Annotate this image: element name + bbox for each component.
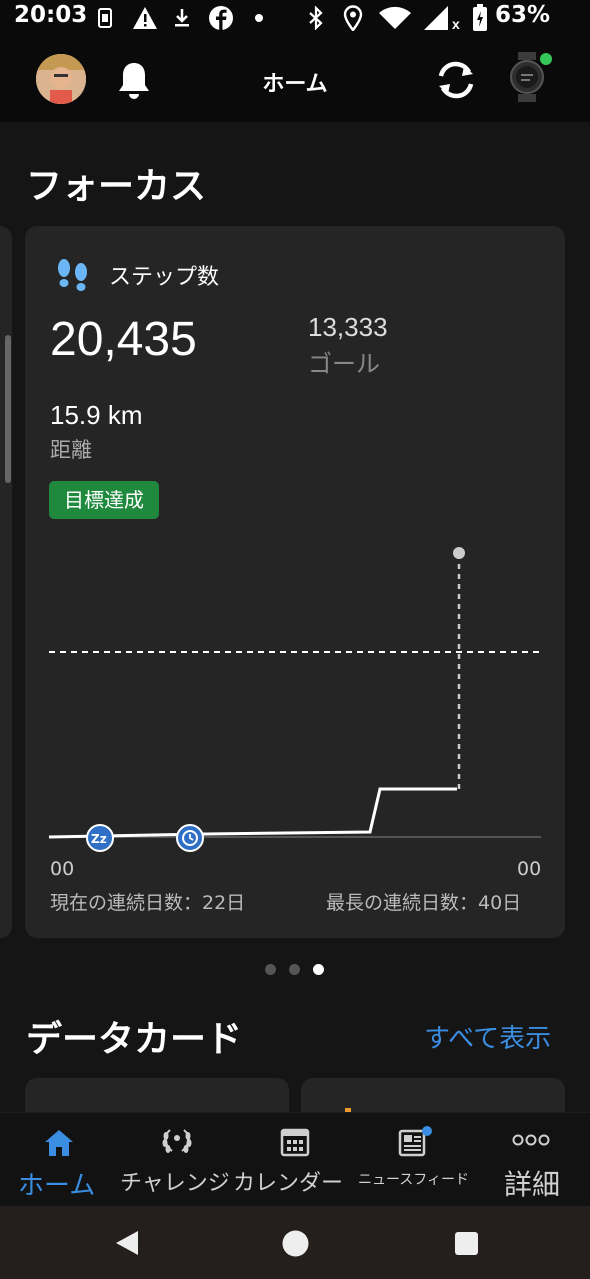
- download-icon: [175, 9, 189, 27]
- recents-icon[interactable]: [455, 1232, 478, 1255]
- sync-icon[interactable]: [434, 58, 478, 102]
- data-cards-title: データカード: [26, 1019, 243, 1060]
- nav-label: カレンダー: [233, 1171, 344, 1196]
- chart-end-label: 00: [517, 858, 542, 880]
- pager-dot[interactable]: [265, 964, 276, 975]
- more-icon: [512, 1134, 550, 1146]
- nav-label: ニュースフィード: [358, 1172, 470, 1188]
- location-icon: [343, 5, 363, 31]
- sleep-marker-icon: Zz: [86, 824, 114, 852]
- laurel-icon: [162, 1129, 192, 1153]
- home-icon: [45, 1130, 73, 1156]
- goal-value: 13,333: [308, 312, 388, 342]
- back-icon[interactable]: [114, 1230, 140, 1256]
- current-marker-dot: [453, 547, 465, 559]
- current-streak: 現在の連続日数：22日: [50, 892, 246, 914]
- facebook-icon: [209, 6, 233, 30]
- nav-label: 詳細: [504, 1168, 561, 1201]
- wifi-icon: [379, 6, 411, 29]
- bottom-nav: ホーム チャレンジ カレンダー ニュースフィード 詳細: [0, 1112, 590, 1207]
- nav-home[interactable]: ホーム: [0, 1113, 118, 1207]
- pager-dot[interactable]: [289, 964, 300, 975]
- dot-icon: [255, 14, 263, 22]
- page-title: ホーム: [262, 72, 328, 97]
- device-watch-icon[interactable]: [508, 52, 552, 102]
- status-time: 20:03: [14, 2, 88, 28]
- app-header: ホーム: [0, 36, 590, 122]
- pager-dot-active[interactable]: [313, 964, 324, 975]
- distance-label: 距離: [50, 438, 92, 462]
- footprints-icon: [58, 259, 87, 291]
- metric-label: ステップ数: [109, 265, 220, 290]
- svg-text:Zz: Zz: [91, 832, 107, 846]
- battery-percent: 63%: [494, 2, 550, 28]
- steps-value: 20,435: [50, 313, 197, 366]
- newsfeed-icon: [398, 1126, 432, 1157]
- battery-icon: [473, 4, 487, 31]
- scroll-indicator: [5, 335, 11, 483]
- warning-icon: [133, 7, 157, 29]
- previous-card[interactable]: [0, 226, 12, 938]
- nav-label: ホーム: [18, 1171, 96, 1201]
- show-all-link[interactable]: すべて表示: [424, 1018, 551, 1055]
- goal-achieved-badge: 目標達成: [49, 481, 159, 519]
- chart-start-label: 00: [50, 858, 75, 880]
- nav-label: チャレンジ: [120, 1171, 230, 1196]
- longest-streak: 最長の連続日数：40日: [326, 892, 522, 914]
- home-button-icon[interactable]: [282, 1230, 309, 1257]
- sim-icon: [98, 8, 112, 28]
- steps-chart: Zz: [48, 547, 541, 852]
- nav-more[interactable]: 詳細: [472, 1113, 590, 1207]
- bluetooth-icon: [309, 6, 323, 30]
- calendar-icon: [280, 1128, 310, 1157]
- nav-newsfeed[interactable]: ニュースフィード: [354, 1113, 472, 1207]
- status-bar: 20:03 x 63%: [0, 0, 590, 36]
- goal-label: ゴール: [308, 350, 380, 378]
- focus-section-title: フォーカス: [26, 166, 207, 207]
- nav-calendar[interactable]: カレンダー: [233, 1113, 354, 1207]
- signal-icon: x: [424, 6, 460, 31]
- nav-challenge[interactable]: チャレンジ: [118, 1113, 236, 1207]
- activity-marker-icon: [176, 824, 204, 852]
- distance-value: 15.9 km: [50, 400, 143, 430]
- system-nav-bar: [0, 1206, 590, 1279]
- svg-text:x: x: [452, 16, 460, 31]
